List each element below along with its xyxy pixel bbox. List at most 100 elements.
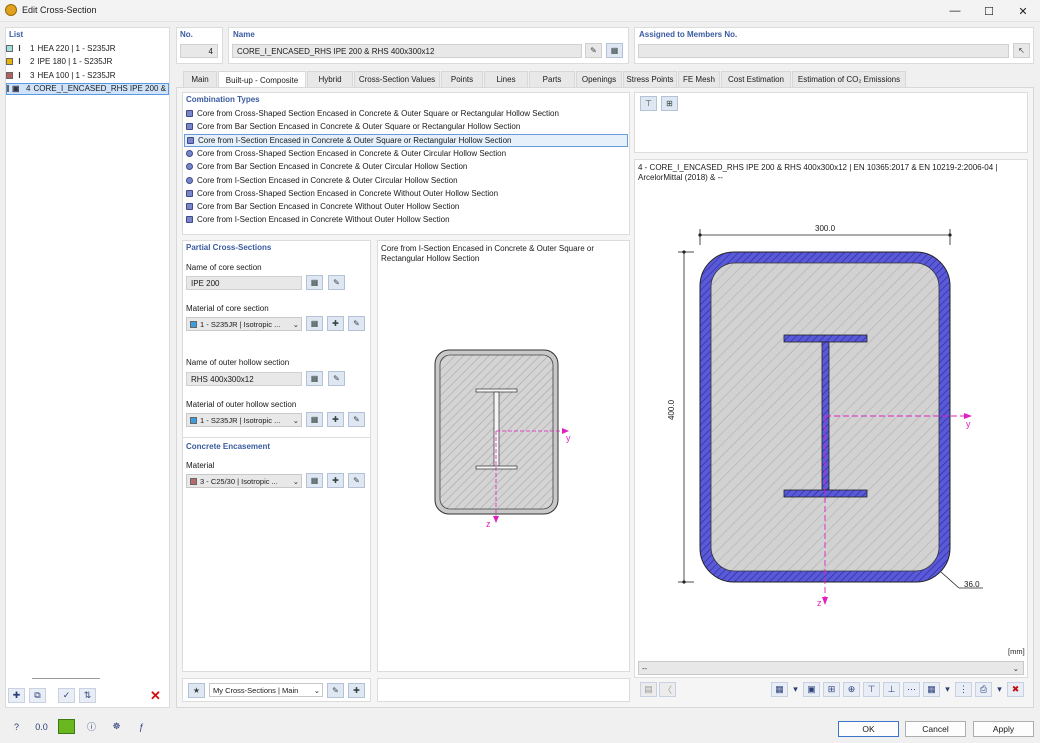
list-item[interactable]: I 2 IPE 180 | 1 - S235JR [6, 56, 169, 68]
i-section-icon[interactable]: ⊤ [640, 96, 657, 111]
tab-estimation-of-co-emissions[interactable]: Estimation of CO₂ Emissions [792, 71, 906, 87]
core-mat-edit-icon[interactable]: ✎ [348, 316, 365, 331]
table-icon[interactable]: ▦ [923, 682, 940, 697]
ok-button[interactable]: OK [838, 721, 899, 737]
concrete-new-icon[interactable]: ✚ [327, 473, 344, 488]
list-item-number: 3 [30, 70, 35, 80]
ruler-icon[interactable]: ⋮ [955, 682, 972, 697]
combination-option[interactable]: Core from I-Section Encased in Concrete … [184, 133, 628, 147]
tab-cost-estimation[interactable]: Cost Estimation [721, 71, 791, 87]
select-members-icon[interactable]: ↖ [1013, 43, 1030, 58]
favorite-icon[interactable]: ★ [188, 683, 205, 698]
check-icon[interactable]: ✓ [58, 688, 75, 703]
uncheck-icon[interactable]: ⇅ [79, 688, 96, 703]
maximize-button[interactable]: ☐ [972, 0, 1006, 22]
minimize-button[interactable]: — [938, 0, 972, 22]
centroid-icon[interactable]: ⊕ [843, 682, 860, 697]
list-item[interactable]: I 3 HEA 100 | 1 - S235JR [6, 69, 169, 81]
tab-parts[interactable]: Parts [529, 71, 575, 87]
core-mat-library-icon[interactable]: ▦ [306, 316, 323, 331]
combination-option[interactable]: Core from I-Section Encased in Concrete … [186, 213, 450, 226]
chevron-down-icon[interactable]: ▾ [943, 682, 952, 697]
show-axes-icon[interactable]: ⊞ [823, 682, 840, 697]
load-library-icon[interactable]: ✚ [348, 683, 365, 698]
outer-name-field[interactable]: RHS 400x300x12 [186, 372, 302, 386]
combination-option[interactable]: Core from Cross-Shaped Section Encased i… [186, 147, 506, 160]
core-library-icon[interactable]: ▦ [306, 275, 323, 290]
tab-openings[interactable]: Openings [576, 71, 622, 87]
concrete-material-select[interactable]: 3 - C25/30 | Isotropic ... ⌄ [186, 474, 302, 488]
tab-hybrid[interactable]: Hybrid [307, 71, 353, 87]
no-field[interactable]: 4 [180, 44, 218, 58]
outer-edit-icon[interactable]: ✎ [328, 371, 345, 386]
chevron-down-icon: ⌄ [1012, 663, 1019, 673]
combination-option[interactable]: Core from I-Section Encased in Concrete … [186, 174, 458, 187]
core-edit-icon[interactable]: ✎ [328, 275, 345, 290]
save-library-icon[interactable]: ✎ [327, 683, 344, 698]
units-icon[interactable]: 0.0 [33, 719, 50, 734]
assigned-field[interactable] [638, 44, 1009, 58]
unit-label: [mm] [1008, 647, 1025, 656]
list-item[interactable]: ▣ 4CORE_I_ENCASED_RHS IPE 200 & RHS 400x3… [6, 82, 169, 95]
combination-option[interactable]: Core from Bar Section Encased in Concret… [186, 120, 520, 133]
core-name-field[interactable]: IPE 200 [186, 276, 302, 290]
tab-points[interactable]: Points [441, 71, 483, 87]
name-field[interactable]: CORE_I_ENCASED_RHS IPE 200 & RHS 400x300… [232, 44, 582, 58]
drawing-options-select[interactable]: -- ⌄ [638, 661, 1024, 675]
concrete-library-icon[interactable]: ▦ [306, 473, 323, 488]
dimension-off-icon[interactable]: ⊥ [883, 682, 900, 697]
measure-icon[interactable]: ⋯ [903, 682, 920, 697]
close-window-button[interactable]: ✕ [1006, 0, 1040, 22]
concrete-edit-icon[interactable]: ✎ [348, 473, 365, 488]
chevron-down-icon: ⌄ [292, 319, 299, 329]
info-icon[interactable]: ⓘ [83, 719, 100, 734]
tab-fe-mesh[interactable]: FE Mesh [678, 71, 720, 87]
combination-option[interactable]: Core from Bar Section Encased in Concret… [186, 200, 459, 213]
combination-option-label: Core from Bar Section Encased in Concret… [197, 122, 521, 132]
chevron-down-icon[interactable]: ▾ [995, 682, 1004, 697]
copy-section-icon[interactable]: ⧉ [29, 688, 46, 703]
view-mode-icon[interactable]: ▦ [771, 682, 788, 697]
outer-library-icon[interactable]: ▦ [306, 371, 323, 386]
reset-view-icon[interactable]: ✖ [1007, 682, 1024, 697]
member-icon[interactable]: ▤ [640, 682, 657, 697]
outer-mat-edit-icon[interactable]: ✎ [348, 412, 365, 427]
tab-main[interactable]: Main [183, 71, 217, 87]
list-item[interactable]: I 1 HEA 220 | 1 - S235JR [6, 42, 169, 54]
chevron-down-icon[interactable]: ▾ [791, 682, 800, 697]
tab-built-up-composite[interactable]: Built-up - Composite [218, 71, 306, 88]
cancel-button[interactable]: Cancel [905, 721, 966, 737]
outer-mat-new-icon[interactable]: ✚ [327, 412, 344, 427]
outer-material-select[interactable]: 1 - S235JR | Isotropic ... ⌄ [186, 413, 302, 427]
list-item-number: 4 [26, 84, 31, 93]
library-icon[interactable]: ▦ [606, 43, 623, 58]
concrete-material-value: 3 - C25/30 | Isotropic ... [200, 476, 278, 486]
combination-option[interactable]: Core from Bar Section Encased in Concret… [186, 160, 467, 173]
tab-cross-section-values[interactable]: Cross-Section Values [354, 71, 440, 87]
formula-icon[interactable]: ƒ [133, 719, 150, 734]
library-select-value: My Cross-Sections | Main [213, 685, 299, 695]
color-icon[interactable] [58, 719, 75, 734]
view-icon[interactable]: ☸ [108, 719, 125, 734]
thickness-icon[interactable]: 〈 [659, 682, 676, 697]
apply-button[interactable]: Apply [973, 721, 1034, 737]
print-icon[interactable]: ⎙ [975, 682, 992, 697]
core-mat-new-icon[interactable]: ✚ [327, 316, 344, 331]
help-icon[interactable]: ? [8, 719, 25, 734]
tab-lines[interactable]: Lines [484, 71, 528, 87]
chevron-down-icon: ⌄ [313, 685, 320, 695]
frame-icon[interactable]: ▣ [803, 682, 820, 697]
add-part-icon[interactable]: ⊞ [661, 96, 678, 111]
list-scrollbar[interactable] [32, 678, 100, 679]
delete-icon[interactable]: ✕ [147, 688, 164, 703]
combination-option[interactable]: Core from Cross-Shaped Section Encased i… [186, 107, 559, 120]
tab-stress-points[interactable]: Stress Points [623, 71, 677, 87]
preview-cross-section [434, 349, 569, 523]
core-material-select[interactable]: 1 - S235JR | Isotropic ... ⌄ [186, 317, 302, 331]
edit-name-icon[interactable]: ✎ [585, 43, 602, 58]
dimension-icon[interactable]: ⊤ [863, 682, 880, 697]
library-select[interactable]: My Cross-Sections | Main ⌄ [209, 683, 323, 697]
new-section-icon[interactable]: ✚ [8, 688, 25, 703]
combination-option[interactable]: Core from Cross-Shaped Section Encased i… [186, 187, 498, 200]
outer-mat-library-icon[interactable]: ▦ [306, 412, 323, 427]
